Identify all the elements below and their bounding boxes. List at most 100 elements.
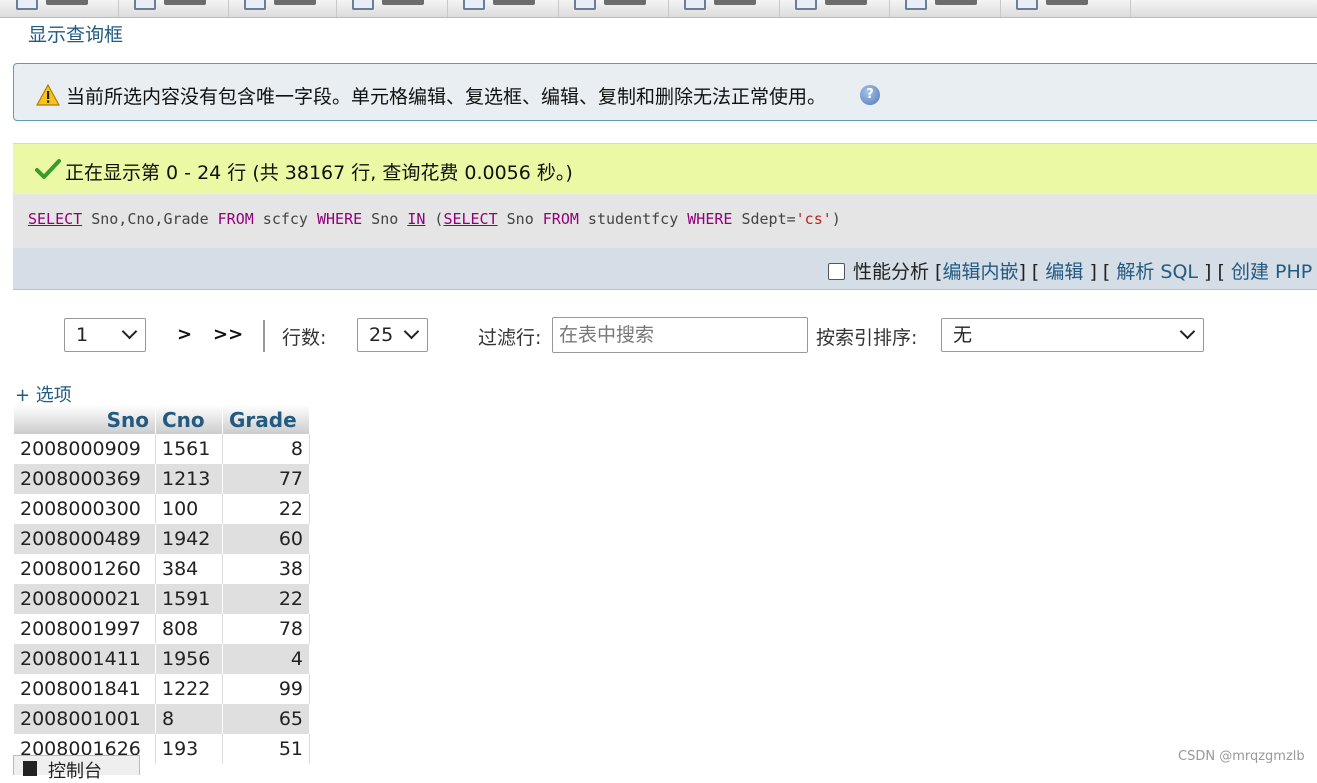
table-row: 2008000021 1591 22 xyxy=(14,584,310,614)
tab-label-cut xyxy=(604,0,646,5)
filter-input[interactable]: 在表中搜索 xyxy=(552,317,808,353)
rows-select[interactable]: 25 xyxy=(357,318,428,352)
cell-sno: 2008000300 xyxy=(14,494,156,524)
tab-label-cut xyxy=(46,0,88,5)
sql-query-box: SELECT Sno,Cno,Grade FROM scfcy WHERE Sn… xyxy=(13,194,1317,248)
table-row: 2008001841 1222 99 xyxy=(14,674,310,704)
sql-text: Sno xyxy=(497,210,543,228)
tab-4[interactable] xyxy=(336,0,448,17)
tab-label-cut xyxy=(164,0,206,5)
cell-grade: 22 xyxy=(222,494,310,524)
sql-keyword-link[interactable]: IN xyxy=(407,210,425,228)
bracket: [ xyxy=(929,261,943,283)
sort-by-key-select[interactable]: 无 xyxy=(941,318,1204,352)
bracket: ] [ xyxy=(1198,261,1231,283)
sql-text: Sdept= xyxy=(732,210,796,228)
column-header-grade[interactable]: Grade xyxy=(222,405,310,434)
profiling-label: 性能分析 xyxy=(853,261,930,283)
cell-sno: 2008001997 xyxy=(14,614,156,644)
chevron-down-icon xyxy=(403,323,420,340)
options-toggle[interactable]: + 选项 xyxy=(15,381,72,407)
explain-sql-link[interactable]: 解析 SQL xyxy=(1116,261,1198,283)
table-body: 2008000909 1561 8 2008000369 1213 77 200800030… xyxy=(14,434,310,764)
column-header-cno[interactable]: Cno xyxy=(155,405,223,434)
sql-keyword-link[interactable]: SELECT xyxy=(28,210,82,228)
next-page-button[interactable]: > xyxy=(177,324,192,345)
edit-inline-link[interactable]: 编辑内嵌 xyxy=(942,261,1018,283)
cell-grade: 99 xyxy=(222,674,310,704)
edit-link[interactable]: 编辑 xyxy=(1045,261,1083,283)
table-row: 2008000909 1561 8 xyxy=(14,434,310,464)
cell-sno: 2008001260 xyxy=(14,554,156,584)
cell-sno: 2008001411 xyxy=(14,644,156,674)
tab-icon xyxy=(1016,0,1038,10)
cell-cno: 1591 xyxy=(155,584,223,614)
last-page-button[interactable]: >> xyxy=(213,324,243,345)
tab-6[interactable] xyxy=(558,0,669,17)
cell-grade: 78 xyxy=(222,614,310,644)
filter-label: 过滤行: xyxy=(478,327,542,349)
table-header-row: Sno Cno Grade xyxy=(14,405,310,434)
tab-10[interactable] xyxy=(1000,0,1131,17)
cell-cno: 1222 xyxy=(155,674,223,704)
checkmark-icon xyxy=(35,159,61,179)
sql-string: 'cs' xyxy=(795,210,832,228)
sql-text: studentfcy xyxy=(578,210,688,228)
cell-grade: 8 xyxy=(222,434,310,464)
tab-8[interactable] xyxy=(779,0,890,17)
cell-cno: 100 xyxy=(155,494,223,524)
sql-text: Sno,Cno,Grade xyxy=(82,210,218,228)
column-header-sno[interactable]: Sno xyxy=(14,405,156,434)
cell-sno: 2008000021 xyxy=(14,584,156,614)
query-action-bar: 性能分析 [编辑内嵌] [ 编辑 ] [ 解析 SQL ] [ 创建 PHP xyxy=(13,248,1317,290)
tab-2[interactable] xyxy=(118,0,229,17)
profiling-checkbox[interactable] xyxy=(828,263,845,280)
sort-select-value: 无 xyxy=(953,324,973,346)
tab-1[interactable] xyxy=(0,0,119,17)
sql-keyword: WHERE xyxy=(317,210,363,228)
show-query-link[interactable]: 显示查询框 xyxy=(28,20,123,47)
cell-cno: 193 xyxy=(155,734,223,764)
cell-sno: 2008001001 xyxy=(14,704,156,734)
tab-label-cut xyxy=(493,0,535,5)
tab-9[interactable] xyxy=(889,0,1001,17)
sql-keyword: FROM xyxy=(217,210,254,228)
warning-notice: 当前所选内容没有包含唯一字段。单元格编辑、复选框、编辑、复制和删除无法正常使用。… xyxy=(13,63,1317,121)
sort-label: 按索引排序: xyxy=(816,327,918,349)
cell-cno: 8 xyxy=(155,704,223,734)
console-label: 控制台 xyxy=(48,761,102,782)
tab-label-cut xyxy=(935,0,977,5)
tab-label-cut xyxy=(382,0,424,5)
cell-grade: 22 xyxy=(222,584,310,614)
bracket: ] [ xyxy=(1083,261,1117,283)
tab-5[interactable] xyxy=(447,0,559,17)
cell-cno: 1942 xyxy=(155,524,223,554)
tab-icon xyxy=(244,0,266,10)
tab-icon xyxy=(352,0,374,10)
create-php-link[interactable]: 创建 PHP xyxy=(1231,261,1312,283)
help-icon[interactable]: ? xyxy=(860,85,880,105)
tab-icon xyxy=(463,0,485,10)
sql-text: Sno xyxy=(362,210,408,228)
tab-icon xyxy=(795,0,817,10)
success-notice: 正在显示第 0 - 24 行 (共 38167 行, 查询花费 0.0056 秒… xyxy=(13,143,1317,194)
cell-grade: 38 xyxy=(222,554,310,584)
console-toggle[interactable]: 控制台 xyxy=(13,755,140,782)
tab-icon xyxy=(16,0,38,10)
tab-icon xyxy=(134,0,156,10)
table-row: 2008001997 808 78 xyxy=(14,614,310,644)
chevron-down-icon xyxy=(121,323,138,340)
tab-7[interactable] xyxy=(668,0,780,17)
page-select[interactable]: 1 xyxy=(64,318,146,352)
sql-keyword-link[interactable]: SELECT xyxy=(443,210,497,228)
chevron-down-icon xyxy=(1179,323,1196,340)
sql-text: scfcy xyxy=(253,210,317,228)
rows-select-value: 25 xyxy=(369,324,394,346)
cell-sno: 2008000909 xyxy=(14,434,156,464)
cell-grade: 65 xyxy=(222,704,310,734)
tab-3[interactable] xyxy=(228,0,337,17)
cell-cno: 1561 xyxy=(155,434,223,464)
sql-query: SELECT Sno,Cno,Grade FROM scfcy WHERE Sn… xyxy=(28,210,841,228)
warning-icon xyxy=(36,84,60,106)
success-text: 正在显示第 0 - 24 行 (共 38167 行, 查询花费 0.0056 秒… xyxy=(65,162,573,184)
